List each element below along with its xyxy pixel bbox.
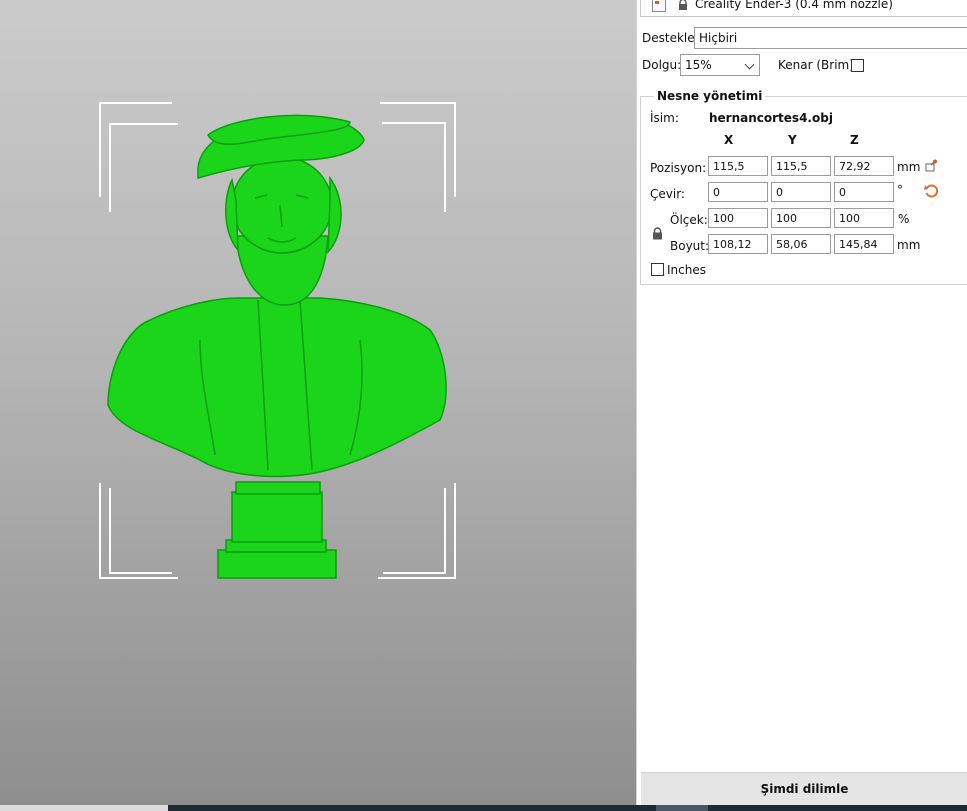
- position-z-input[interactable]: 72,92: [834, 156, 894, 176]
- size-y-input[interactable]: 58,06: [771, 234, 831, 254]
- inches-checkbox[interactable]: [651, 263, 664, 276]
- selection-bracket-top-right: [380, 102, 456, 212]
- bust-model[interactable]: [107, 114, 447, 579]
- infill-value: 15%: [685, 58, 712, 72]
- lock-icon: [678, 0, 688, 11]
- position-y-input[interactable]: 115,5: [771, 156, 831, 176]
- scale-unit: %: [898, 212, 910, 226]
- object-manipulation-title: Nesne yönetimi: [654, 89, 766, 103]
- size-unit: mm: [897, 238, 921, 252]
- position-x-input[interactable]: 115,5: [708, 156, 768, 176]
- drop-to-bed-icon[interactable]: [925, 159, 938, 175]
- supports-dropdown[interactable]: Hiçbiri: [694, 27, 967, 49]
- size-label: Boyut:: [670, 239, 710, 253]
- settings-panel: Creality Ender-3 (0.4 mm nozzle) Destekl…: [636, 0, 967, 806]
- brim-checkbox[interactable]: [851, 59, 864, 72]
- viewport-canvas[interactable]: [0, 0, 636, 805]
- taskbar: [0, 805, 967, 811]
- rotation-z-input[interactable]: 0: [834, 182, 894, 202]
- slice-now-button[interactable]: Şimdi dilimle: [641, 772, 967, 806]
- selection-bracket-bottom-left: [99, 483, 178, 579]
- inches-label: Inches: [667, 263, 706, 277]
- size-z-input[interactable]: 145,84: [834, 234, 894, 254]
- position-label: Pozisyon:: [650, 161, 707, 175]
- chevron-down-icon: [744, 59, 755, 70]
- rotation-x-input[interactable]: 0: [708, 182, 768, 202]
- object-name: hernancortes4.obj: [709, 111, 833, 125]
- object-manipulation-group: Nesne yönetimi İsim: hernancortes4.obj X…: [640, 89, 967, 285]
- axis-z-label: Z: [850, 133, 859, 147]
- selection-bracket-top-left: [99, 102, 178, 212]
- position-unit: mm: [897, 160, 921, 174]
- infill-dropdown[interactable]: 15%: [680, 54, 760, 76]
- printer-name: Creality Ender-3 (0.4 mm nozzle): [695, 0, 893, 11]
- axis-y-label: Y: [788, 133, 797, 147]
- brim-label: Kenar (Brim):: [778, 58, 858, 72]
- infill-label: Dolgu:: [642, 58, 682, 72]
- scale-x-input[interactable]: 100: [708, 208, 768, 228]
- size-x-input[interactable]: 108,12: [708, 234, 768, 254]
- axis-x-label: X: [724, 133, 734, 147]
- reset-rotation-icon[interactable]: [924, 184, 939, 202]
- printer-settings-icon[interactable]: [652, 0, 666, 12]
- selection-bracket-bottom-right: [378, 483, 456, 579]
- taskbar-segment: [0, 805, 168, 811]
- 3d-viewport[interactable]: [0, 0, 636, 805]
- scale-z-input[interactable]: 100: [834, 208, 894, 228]
- taskbar-slot[interactable]: [656, 805, 708, 811]
- rotation-label: Çevir:: [650, 187, 685, 201]
- scale-label: Ölçek:: [670, 213, 708, 227]
- name-label: İsim:: [650, 111, 679, 125]
- rotation-unit: °: [897, 183, 903, 197]
- rotation-y-input[interactable]: 0: [771, 182, 831, 202]
- printer-selector[interactable]: Creality Ender-3 (0.4 mm nozzle): [640, 0, 967, 17]
- scale-lock-icon[interactable]: [652, 227, 662, 240]
- scale-y-input[interactable]: 100: [771, 208, 831, 228]
